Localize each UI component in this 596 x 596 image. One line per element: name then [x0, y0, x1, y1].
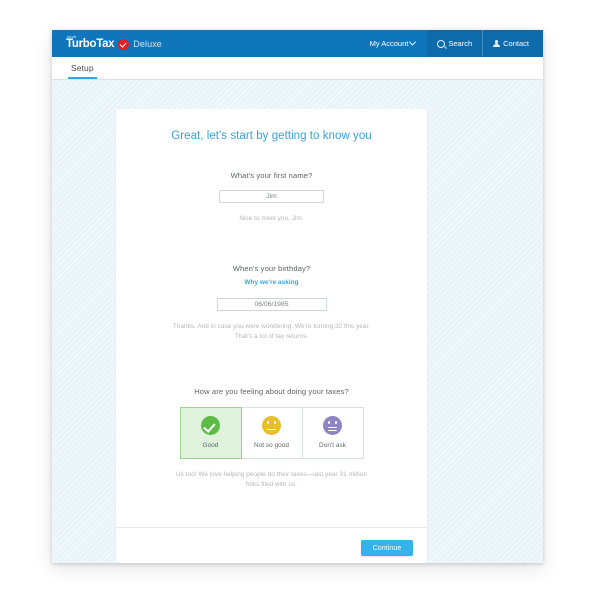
my-account-label: My Account [369, 39, 409, 48]
contact-label: Contact [503, 39, 529, 48]
feeling-option-good-label: Good [202, 442, 219, 450]
feeling-helper-line2: folks filed with us. [245, 480, 298, 488]
check-face-icon [201, 416, 220, 436]
feeling-helper: Us too! We love helping people do their … [157, 470, 387, 490]
page-title: Great, let's start by getting to know yo… [171, 130, 372, 142]
birthday-helper-line1: Thanks. And in case you were wondering: … [172, 322, 371, 330]
form-card: Great, let's start by getting to know yo… [116, 109, 427, 563]
check-badge-icon [118, 38, 130, 50]
neutral-face-icon [262, 416, 281, 436]
why-asking-link[interactable]: Why we're asking [140, 279, 403, 286]
left-eye [266, 421, 269, 425]
form-card-content: Great, let's start by getting to know yo… [116, 109, 427, 490]
turbotax-app-window: intuit TurboTax Deluxe My Account Search… [52, 30, 543, 563]
birthday-label: When's your birthday? [232, 263, 311, 273]
edition-label: Deluxe [133, 38, 162, 49]
search-label: Search [448, 39, 473, 48]
left-eye [327, 421, 330, 425]
feeling-options: Good Not so good Don't ask [140, 406, 403, 459]
feeling-option-not-so-good-label: Not so good [253, 442, 289, 450]
feeling-option-dont-ask[interactable]: Don't ask [301, 406, 364, 459]
continue-button[interactable]: Continue [361, 540, 413, 556]
turbotax-wordmark: TurboTax [66, 38, 115, 51]
contact-button[interactable]: Contact [482, 30, 543, 57]
feeling-label: How are you feeling about doing your tax… [194, 386, 349, 396]
flat-mouth [266, 428, 277, 431]
feeling-option-not-so-good[interactable]: Not so good [240, 406, 303, 459]
right-eye [274, 421, 277, 425]
feeling-option-good[interactable]: Good [179, 406, 242, 459]
page-background: Great, let's start by getting to know yo… [52, 80, 543, 563]
birthday-helper: Thanks. And in case you were wondering: … [157, 322, 387, 342]
first-name-label: What's your first name? [230, 171, 313, 180]
grimace-mouth [327, 427, 338, 432]
header-nav: My Account Search Contact [358, 30, 543, 57]
form-card-footer: Continue [116, 527, 427, 563]
feeling-option-dont-ask-label: Don't ask [319, 442, 346, 450]
chevron-down-icon [409, 38, 417, 46]
turbotax-logo[interactable]: TurboTax Deluxe [66, 36, 162, 51]
search-button[interactable]: Search [427, 30, 483, 57]
search-icon [437, 39, 446, 48]
feeling-helper-line1: Us too! We love helping people do their … [175, 470, 368, 478]
my-account-menu[interactable]: My Account [358, 38, 428, 48]
grimace-face-icon [323, 416, 342, 436]
intuit-wordmark: intuit [67, 35, 77, 39]
first-name-input[interactable] [219, 190, 324, 203]
right-eye [335, 421, 338, 425]
section-tab-bar: Setup [52, 57, 543, 80]
birthday-helper-line2: That's a lot of tax returns. [234, 332, 309, 340]
birthday-input[interactable] [216, 297, 327, 311]
first-name-helper: Nice to meet you, Jim. [239, 215, 304, 222]
tab-setup[interactable]: Setup [68, 63, 97, 79]
brand-header: intuit TurboTax Deluxe My Account Search… [52, 30, 543, 57]
person-icon [493, 40, 501, 47]
